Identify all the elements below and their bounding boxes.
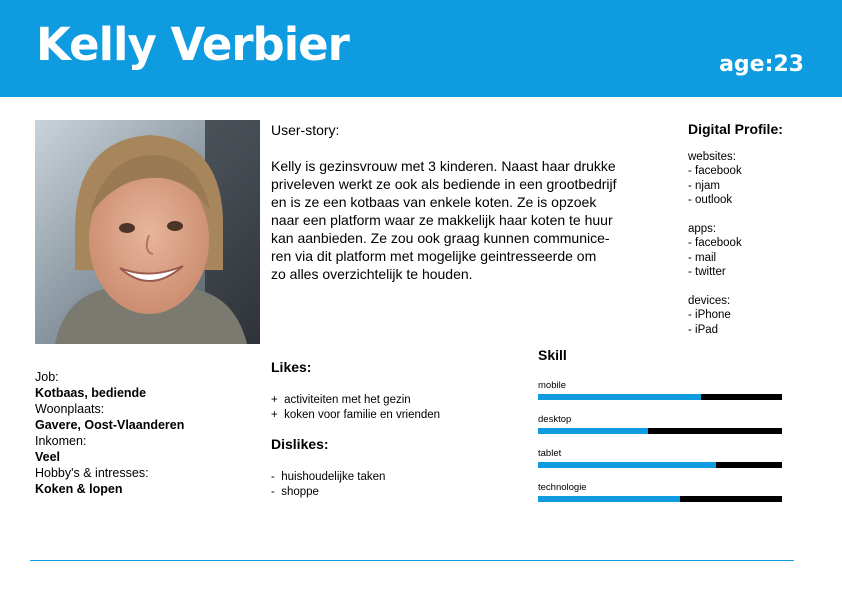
app-item: - twitter — [688, 266, 726, 278]
skill-bar-fill — [538, 394, 702, 400]
app-item: - facebook — [688, 237, 742, 249]
skill-list: mobile desktop tablet technologie — [538, 380, 782, 516]
skill-label: tablet — [538, 448, 562, 459]
skill-row: desktop — [538, 414, 782, 448]
skill-row: technologie — [538, 482, 782, 516]
digital-profile-title: Digital Profile: — [688, 121, 783, 137]
skill-bar-fill — [538, 428, 648, 434]
skill-bar-fill — [538, 462, 717, 468]
home-value: Gavere, Oost-Vlaanderen — [35, 418, 185, 432]
device-item: - iPhone — [688, 309, 731, 321]
skill-label: mobile — [538, 380, 566, 391]
websites-group: websites: - facebook - njam - outlook — [688, 150, 828, 208]
dislike-item: - shoppe — [271, 486, 319, 498]
persona-name: Kelly Verbier — [36, 18, 350, 71]
story-line: kan aanbieden. Ze zou ook graag kunnen c… — [271, 230, 610, 246]
skill-title: Skill — [538, 347, 567, 363]
job-value: Kotbaas, bediende — [35, 386, 147, 400]
skill-bar-fill — [538, 496, 680, 502]
home-label: Woonplaats: — [35, 402, 105, 416]
devices-group: devices: - iPhone - iPad — [688, 294, 828, 338]
persona-age: age:23 — [719, 52, 804, 77]
skill-bar — [538, 496, 782, 502]
story-line: priveleven werkt ze ook als bediende in … — [271, 176, 617, 192]
skill-bar — [538, 428, 782, 434]
skill-bar — [538, 462, 782, 468]
skill-row: mobile — [538, 380, 782, 414]
app-item: - mail — [688, 251, 717, 264]
skill-row: tablet — [538, 448, 782, 482]
website-item: - outlook — [688, 194, 733, 206]
story-line: Kelly is gezinsvrouw met 3 kinderen. Naa… — [271, 158, 616, 174]
like-item: + koken voor familie en vrienden — [271, 409, 441, 421]
like-item: + activiteiten met het gezin — [271, 394, 411, 406]
website-item: - facebook — [688, 165, 742, 177]
footer-divider — [30, 560, 794, 561]
websites-label: websites: — [688, 150, 736, 163]
story-line: en is ze een kotbaas van enkele koten. Z… — [271, 194, 597, 210]
story-line: ren via dit platform met mogelijke geint… — [271, 248, 597, 264]
digital-profile: Digital Profile: websites: - facebook - … — [688, 122, 828, 351]
user-story-title: User-story: — [271, 122, 340, 138]
dislikes-list: - huishoudelijke taken - shoppe — [271, 470, 385, 500]
dislikes-title: Dislikes: — [271, 436, 329, 452]
skill-label: technologie — [538, 482, 587, 493]
persona-profile: Job: Kotbaas, bediende Woonplaats: Gaver… — [35, 369, 184, 497]
devices-label: devices: — [688, 294, 731, 307]
dislike-item: - huishoudelijke taken — [271, 471, 386, 483]
job-label: Job: — [35, 370, 59, 384]
income-value: Veel — [35, 450, 61, 464]
likes-title: Likes: — [271, 359, 312, 375]
website-item: - njam — [688, 179, 720, 192]
likes-list: + activiteiten met het gezin + koken voo… — [271, 393, 440, 423]
apps-group: apps: - facebook - mail - twitter — [688, 222, 828, 280]
story-line: zo alles overzichtelijk te houden. — [271, 266, 473, 282]
apps-label: apps: — [688, 222, 717, 235]
hobby-value: Koken & lopen — [35, 482, 123, 496]
story-line: naar een platform waar ze makkelijk haar… — [271, 212, 613, 228]
income-label: Inkomen: — [35, 434, 87, 448]
skill-label: desktop — [538, 414, 572, 425]
hobby-label: Hobby's & intresses: — [35, 466, 149, 480]
persona-photo — [35, 120, 260, 344]
skill-bar — [538, 394, 782, 400]
user-story-text: Kelly is gezinsvrouw met 3 kinderen. Naa… — [271, 157, 651, 283]
device-item: - iPad — [688, 323, 719, 336]
header-banner: Kelly Verbier age:23 — [0, 0, 842, 97]
